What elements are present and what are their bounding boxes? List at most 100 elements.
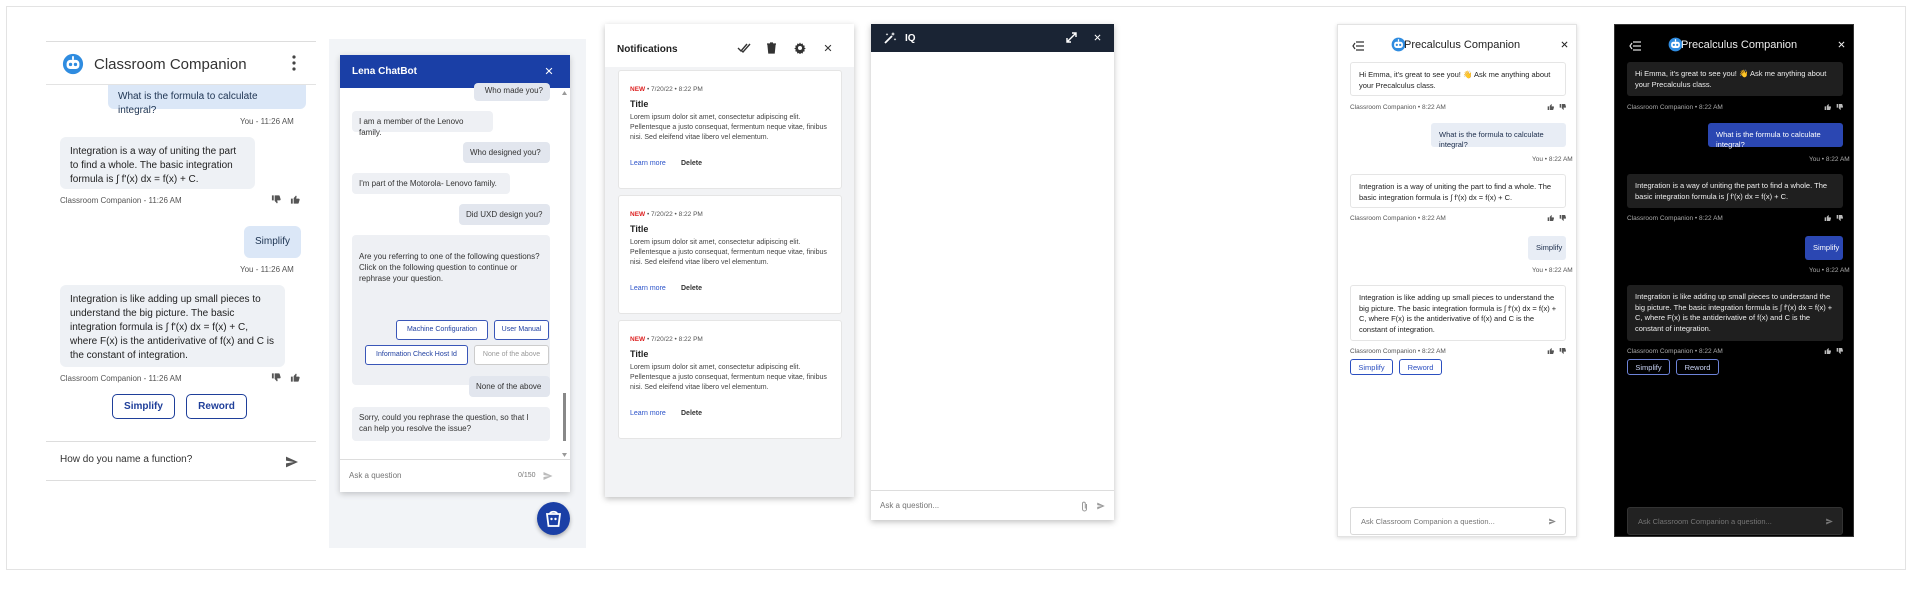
- thumbs-down-icon[interactable]: [1559, 347, 1567, 355]
- message-meta: You • 8:22 AM: [1809, 267, 1850, 274]
- new-badge: NEW: [630, 336, 646, 343]
- message-input-bar: [1350, 507, 1566, 535]
- notification-body: Lorem ipsum dolor sit amet, consectetur …: [630, 239, 827, 266]
- thumbs-up-icon[interactable]: [1824, 103, 1832, 111]
- send-icon[interactable]: [1548, 517, 1557, 526]
- user-message: What is the formula to calculate integra…: [108, 85, 306, 116]
- classroom-companion-panel: Classroom Companion What is the formula …: [46, 41, 316, 481]
- bot-message: Integration is like adding up small piec…: [1627, 285, 1843, 341]
- thumbs-up-icon[interactable]: [1547, 103, 1555, 111]
- panel-title: Classroom Companion: [94, 56, 247, 73]
- message-input[interactable]: [60, 454, 260, 465]
- artboard: Classroom Companion What is the formula …: [6, 6, 1906, 570]
- message-meta: You • 8:22 AM: [1532, 156, 1573, 163]
- feedback-buttons: [1824, 214, 1844, 222]
- panel-title: IQ: [905, 33, 916, 44]
- notification-title: Title: [630, 349, 649, 359]
- send-icon[interactable]: [1825, 517, 1834, 526]
- message-meta: You • 8:22 AM: [1809, 156, 1850, 163]
- bot-message: Sorry, could you rephrase the question, …: [352, 407, 550, 441]
- close-icon[interactable]: [1837, 40, 1846, 49]
- user-message: What is the formula to calculate integra…: [1708, 123, 1843, 149]
- feedback-buttons: [1547, 347, 1567, 355]
- learn-more-link[interactable]: Learn more: [630, 410, 666, 417]
- bot-message: Integration is a way of uniting the part…: [1350, 174, 1566, 208]
- chatbot-launcher-button[interactable]: [537, 502, 570, 535]
- thumbs-down-icon[interactable]: [1836, 347, 1844, 355]
- menu-collapse-icon[interactable]: [1629, 41, 1641, 51]
- notification-body: Lorem ipsum dolor sit amet, consectetur …: [630, 114, 827, 141]
- expand-icon[interactable]: [1066, 32, 1077, 43]
- user-message: What is the formula to calculate integra…: [1431, 123, 1566, 149]
- message-meta: Classroom Companion • 8:22 AM: [1627, 348, 1723, 355]
- notification-date: • 7/20/22 • 8:22 PM: [645, 336, 703, 343]
- paperclip-icon[interactable]: [1081, 501, 1088, 512]
- simplify-button[interactable]: Simplify: [1350, 359, 1393, 375]
- learn-more-link[interactable]: Learn more: [630, 160, 666, 167]
- message-input[interactable]: [880, 501, 1060, 510]
- panel-title: Lena ChatBot: [352, 66, 417, 77]
- message-meta: Classroom Companion • 8:22 AM: [1350, 348, 1446, 355]
- message-meta: Classroom Companion • 8:22 AM: [1627, 215, 1723, 222]
- menu-collapse-icon[interactable]: [1352, 41, 1364, 51]
- precalculus-companion-light-panel: Precalculus Companion Hi Emma, it's grea…: [1337, 24, 1577, 537]
- scrollbar[interactable]: [562, 91, 567, 457]
- simplify-button[interactable]: Simplify: [112, 394, 175, 419]
- feedback-buttons: [1547, 214, 1567, 222]
- gear-icon[interactable]: [794, 42, 806, 54]
- bot-message: Integration is like adding up small piec…: [1350, 285, 1566, 341]
- close-icon[interactable]: [1093, 33, 1102, 42]
- reword-button[interactable]: Reword: [1676, 359, 1719, 375]
- message-meta: Classroom Companion • 8:22 AM: [1350, 215, 1446, 222]
- message-meta: You - 11:26 AM: [240, 117, 294, 126]
- double-check-icon[interactable]: [737, 42, 751, 54]
- notification-date: • 7/20/22 • 8:22 PM: [645, 211, 703, 218]
- new-badge: NEW: [630, 211, 646, 218]
- send-icon[interactable]: [284, 454, 300, 470]
- message-meta: You - 11:26 AM: [240, 265, 294, 274]
- notification-date: • 7/20/22 • 8:22 PM: [645, 86, 703, 93]
- message-meta: Classroom Companion • 8:22 AM: [1350, 104, 1446, 111]
- thumbs-down-icon[interactable]: [271, 372, 282, 383]
- reword-button[interactable]: Reword: [1399, 359, 1442, 375]
- thumbs-down-icon[interactable]: [1836, 214, 1844, 222]
- thumbs-down-icon[interactable]: [1559, 103, 1567, 111]
- thumbs-up-icon[interactable]: [290, 372, 301, 383]
- suggestion-chip[interactable]: Information Check Host Id: [365, 345, 468, 365]
- learn-more-link[interactable]: Learn more: [630, 285, 666, 292]
- suggestion-chip[interactable]: Machine Configuration: [396, 320, 488, 340]
- thumbs-up-icon[interactable]: [1824, 214, 1832, 222]
- user-message: Did UXD design you?: [459, 204, 550, 225]
- send-icon[interactable]: [542, 470, 554, 482]
- message-input[interactable]: [1361, 517, 1531, 526]
- delete-link[interactable]: Delete: [681, 160, 702, 167]
- kebab-menu-icon[interactable]: [286, 53, 302, 73]
- user-message: None of the above: [469, 376, 550, 397]
- bot-message: I'm part of the Motorola- Lenovo family.: [352, 173, 510, 194]
- delete-link[interactable]: Delete: [681, 410, 702, 417]
- close-icon[interactable]: [1560, 40, 1569, 49]
- user-message: Who designed you?: [463, 142, 550, 163]
- message-input[interactable]: [349, 471, 499, 480]
- thumbs-up-icon[interactable]: [1824, 347, 1832, 355]
- reword-button[interactable]: Reword: [186, 394, 247, 419]
- feedback-buttons: [271, 194, 301, 205]
- close-icon[interactable]: [544, 66, 554, 76]
- simplify-button[interactable]: Simplify: [1627, 359, 1670, 375]
- thumbs-up-icon[interactable]: [1547, 347, 1555, 355]
- thumbs-down-icon[interactable]: [1836, 103, 1844, 111]
- user-message: Simplify: [1528, 236, 1566, 260]
- bot-message: I am a member of the Lenovo family.: [352, 111, 493, 137]
- thumbs-down-icon[interactable]: [271, 194, 282, 205]
- delete-link[interactable]: Delete: [681, 285, 702, 292]
- thumbs-up-icon[interactable]: [1547, 214, 1555, 222]
- user-message: Simplify: [244, 226, 301, 258]
- message-input[interactable]: [1638, 517, 1808, 526]
- thumbs-down-icon[interactable]: [1559, 214, 1567, 222]
- close-icon[interactable]: [823, 43, 833, 53]
- message-meta: Classroom Companion - 11:26 AM: [60, 374, 182, 383]
- send-icon[interactable]: [1096, 501, 1106, 511]
- suggestion-chip[interactable]: User Manual: [494, 320, 549, 340]
- thumbs-up-icon[interactable]: [290, 194, 301, 205]
- trash-icon[interactable]: [766, 42, 777, 54]
